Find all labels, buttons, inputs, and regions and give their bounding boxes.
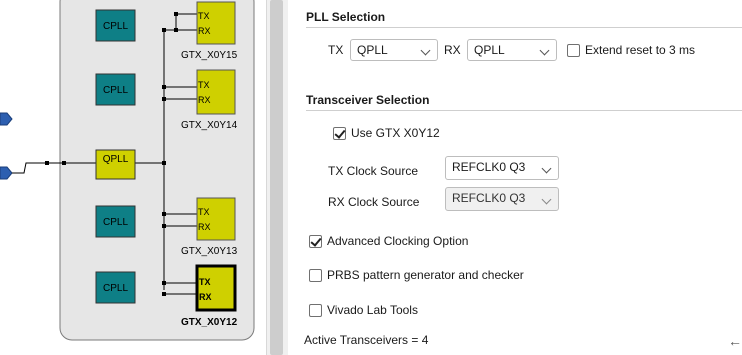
section-divider: [306, 27, 742, 28]
active-transceivers-status: Active Transceivers = 4: [304, 333, 429, 347]
chevron-down-icon: [541, 163, 552, 174]
svg-text:RX: RX: [198, 26, 211, 36]
tx-pll-select[interactable]: QPLL: [350, 39, 438, 61]
rx-pll-select[interactable]: QPLL: [467, 39, 557, 61]
tx-pll-value: QPLL: [357, 43, 388, 57]
arrow-left-icon[interactable]: ←: [728, 333, 742, 349]
svg-text:QPLL: QPLL: [103, 154, 129, 165]
chevron-down-icon: [541, 194, 552, 205]
vivado-lab-tools-checkbox[interactable]: [309, 304, 322, 317]
svg-text:TX: TX: [198, 80, 210, 90]
use-gtx-label: Use GTX X0Y12: [351, 126, 440, 140]
qpll-block[interactable]: QPLL: [95, 149, 136, 180]
tx-clock-source-value: REFCLK0 Q3: [452, 160, 526, 174]
svg-text:RX: RX: [198, 95, 211, 105]
svg-text:TX: TX: [199, 277, 211, 287]
diagram-scrollbar-thumb[interactable]: [270, 0, 283, 355]
pll-selection-title: PLL Selection: [306, 10, 386, 24]
rx-pll-value: QPLL: [474, 43, 505, 57]
svg-text:GTX_X0Y15: GTX_X0Y15: [181, 50, 238, 61]
rx-pll-label: RX: [444, 43, 461, 57]
svg-text:CPLL: CPLL: [103, 283, 128, 294]
chevron-down-icon: [539, 45, 550, 56]
rx-clock-source-value: REFCLK0 Q3: [452, 191, 526, 205]
advanced-clocking-label: Advanced Clocking Option: [327, 234, 469, 248]
cpll-block[interactable]: CPLL: [95, 271, 136, 304]
svg-text:RX: RX: [198, 222, 211, 232]
vivado-lab-tools-label: Vivado Lab Tools: [327, 303, 418, 317]
cpll-block[interactable]: CPLL: [95, 205, 136, 238]
chevron-down-icon: [420, 45, 431, 56]
tx-pll-label: TX: [328, 43, 344, 57]
quad-diagram: CPLL CPLL QPLL CPLL CPLL TX RX GTX_X0Y15…: [0, 0, 255, 341]
svg-text:CPLL: CPLL: [103, 85, 128, 96]
section-divider: [306, 110, 742, 111]
prbs-checkbox[interactable]: [309, 269, 322, 282]
extend-reset-checkbox[interactable]: [567, 44, 580, 57]
cpll-block[interactable]: CPLL: [95, 9, 136, 42]
svg-text:TX: TX: [198, 207, 210, 217]
svg-text:GTX_X0Y12: GTX_X0Y12: [181, 317, 238, 328]
svg-text:RX: RX: [199, 292, 212, 302]
tx-clock-source-select[interactable]: REFCLK0 Q3: [445, 156, 559, 180]
svg-text:CPLL: CPLL: [103, 21, 128, 32]
cpll-block[interactable]: CPLL: [95, 73, 136, 106]
tx-clock-source-label: TX Clock Source: [328, 164, 419, 178]
transceiver-selection-title: Transceiver Selection: [306, 93, 430, 107]
refclk-port-2[interactable]: [0, 166, 13, 180]
refclk-port-1[interactable]: [0, 112, 13, 126]
extend-reset-label: Extend reset to 3 ms: [585, 43, 696, 57]
use-gtx-checkbox[interactable]: [333, 127, 346, 140]
rx-clock-source-select[interactable]: REFCLK0 Q3: [445, 187, 559, 211]
rx-clock-source-label: RX Clock Source: [328, 195, 420, 209]
svg-text:TX: TX: [198, 11, 210, 21]
prbs-label: PRBS pattern generator and checker: [327, 268, 524, 282]
advanced-clocking-checkbox[interactable]: [309, 235, 322, 248]
svg-text:GTX_X0Y14: GTX_X0Y14: [181, 120, 238, 131]
svg-text:CPLL: CPLL: [103, 217, 128, 228]
svg-text:GTX_X0Y13: GTX_X0Y13: [181, 246, 238, 257]
quad-diagram-panel: CPLL CPLL QPLL CPLL CPLL TX RX GTX_X0Y15…: [0, 0, 288, 355]
